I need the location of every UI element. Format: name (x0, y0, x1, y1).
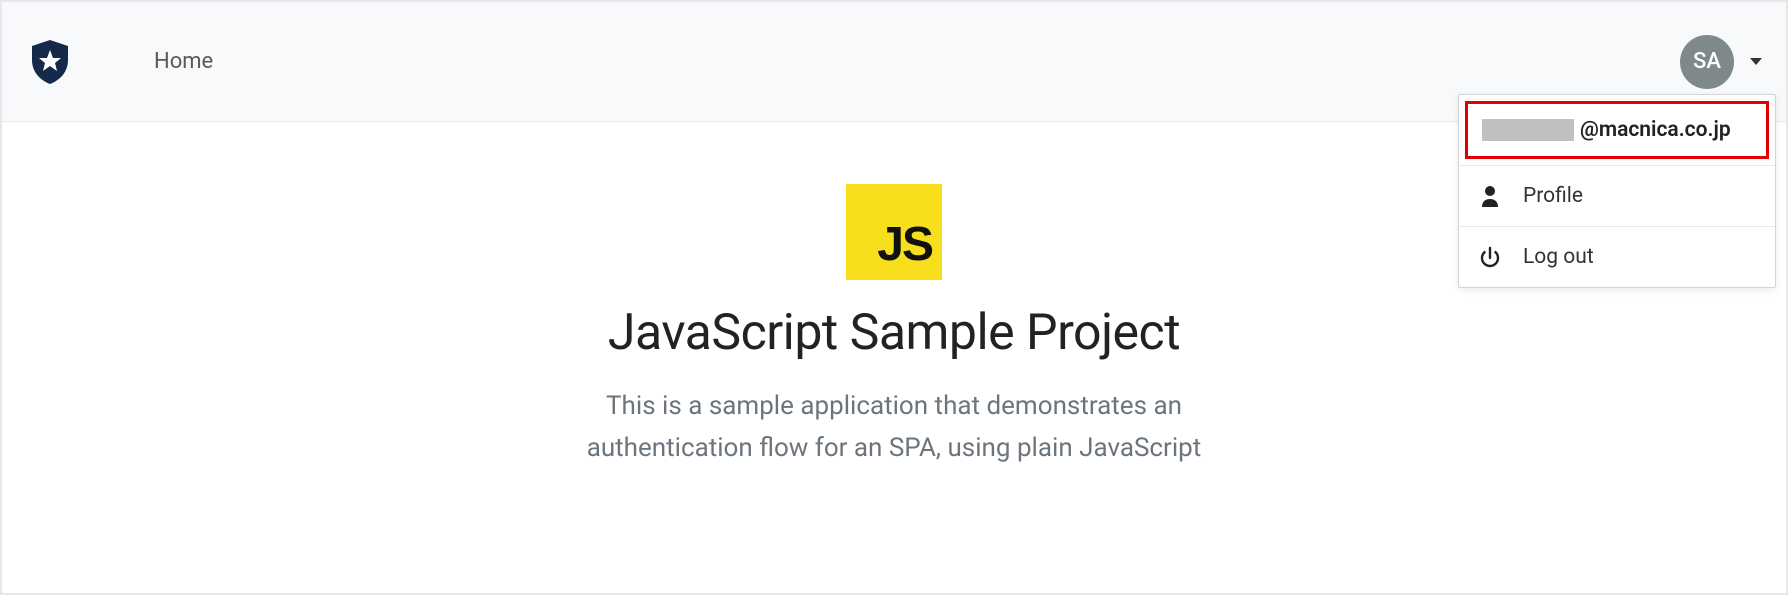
shield-star-icon (28, 38, 72, 86)
redacted-email-prefix (1482, 119, 1574, 141)
avatar[interactable]: SA (1680, 35, 1734, 89)
dropdown-email-text: @macnica.co.jp (1580, 118, 1731, 142)
nav-links: Home (154, 49, 213, 74)
dropdown-logout-label: Log out (1523, 245, 1594, 269)
user-dropdown-menu: @macnica.co.jp Profile Log out (1458, 94, 1776, 288)
js-logo: JS (846, 184, 942, 280)
user-icon (1479, 185, 1501, 207)
dropdown-email-row: @macnica.co.jp (1465, 101, 1769, 159)
nav-home-link[interactable]: Home (154, 49, 213, 74)
power-icon (1479, 246, 1501, 268)
page-subtitle: This is a sample application that demons… (544, 386, 1244, 469)
app-logo (26, 38, 74, 86)
dropdown-profile-label: Profile (1523, 184, 1583, 208)
page-title: JavaScript Sample Project (608, 304, 1180, 362)
dropdown-profile-item[interactable]: Profile (1459, 166, 1775, 226)
js-logo-text: JS (877, 217, 932, 272)
nav-user-section: SA (1680, 35, 1762, 89)
dropdown-logout-item[interactable]: Log out (1459, 227, 1775, 287)
chevron-down-icon[interactable] (1750, 58, 1762, 65)
